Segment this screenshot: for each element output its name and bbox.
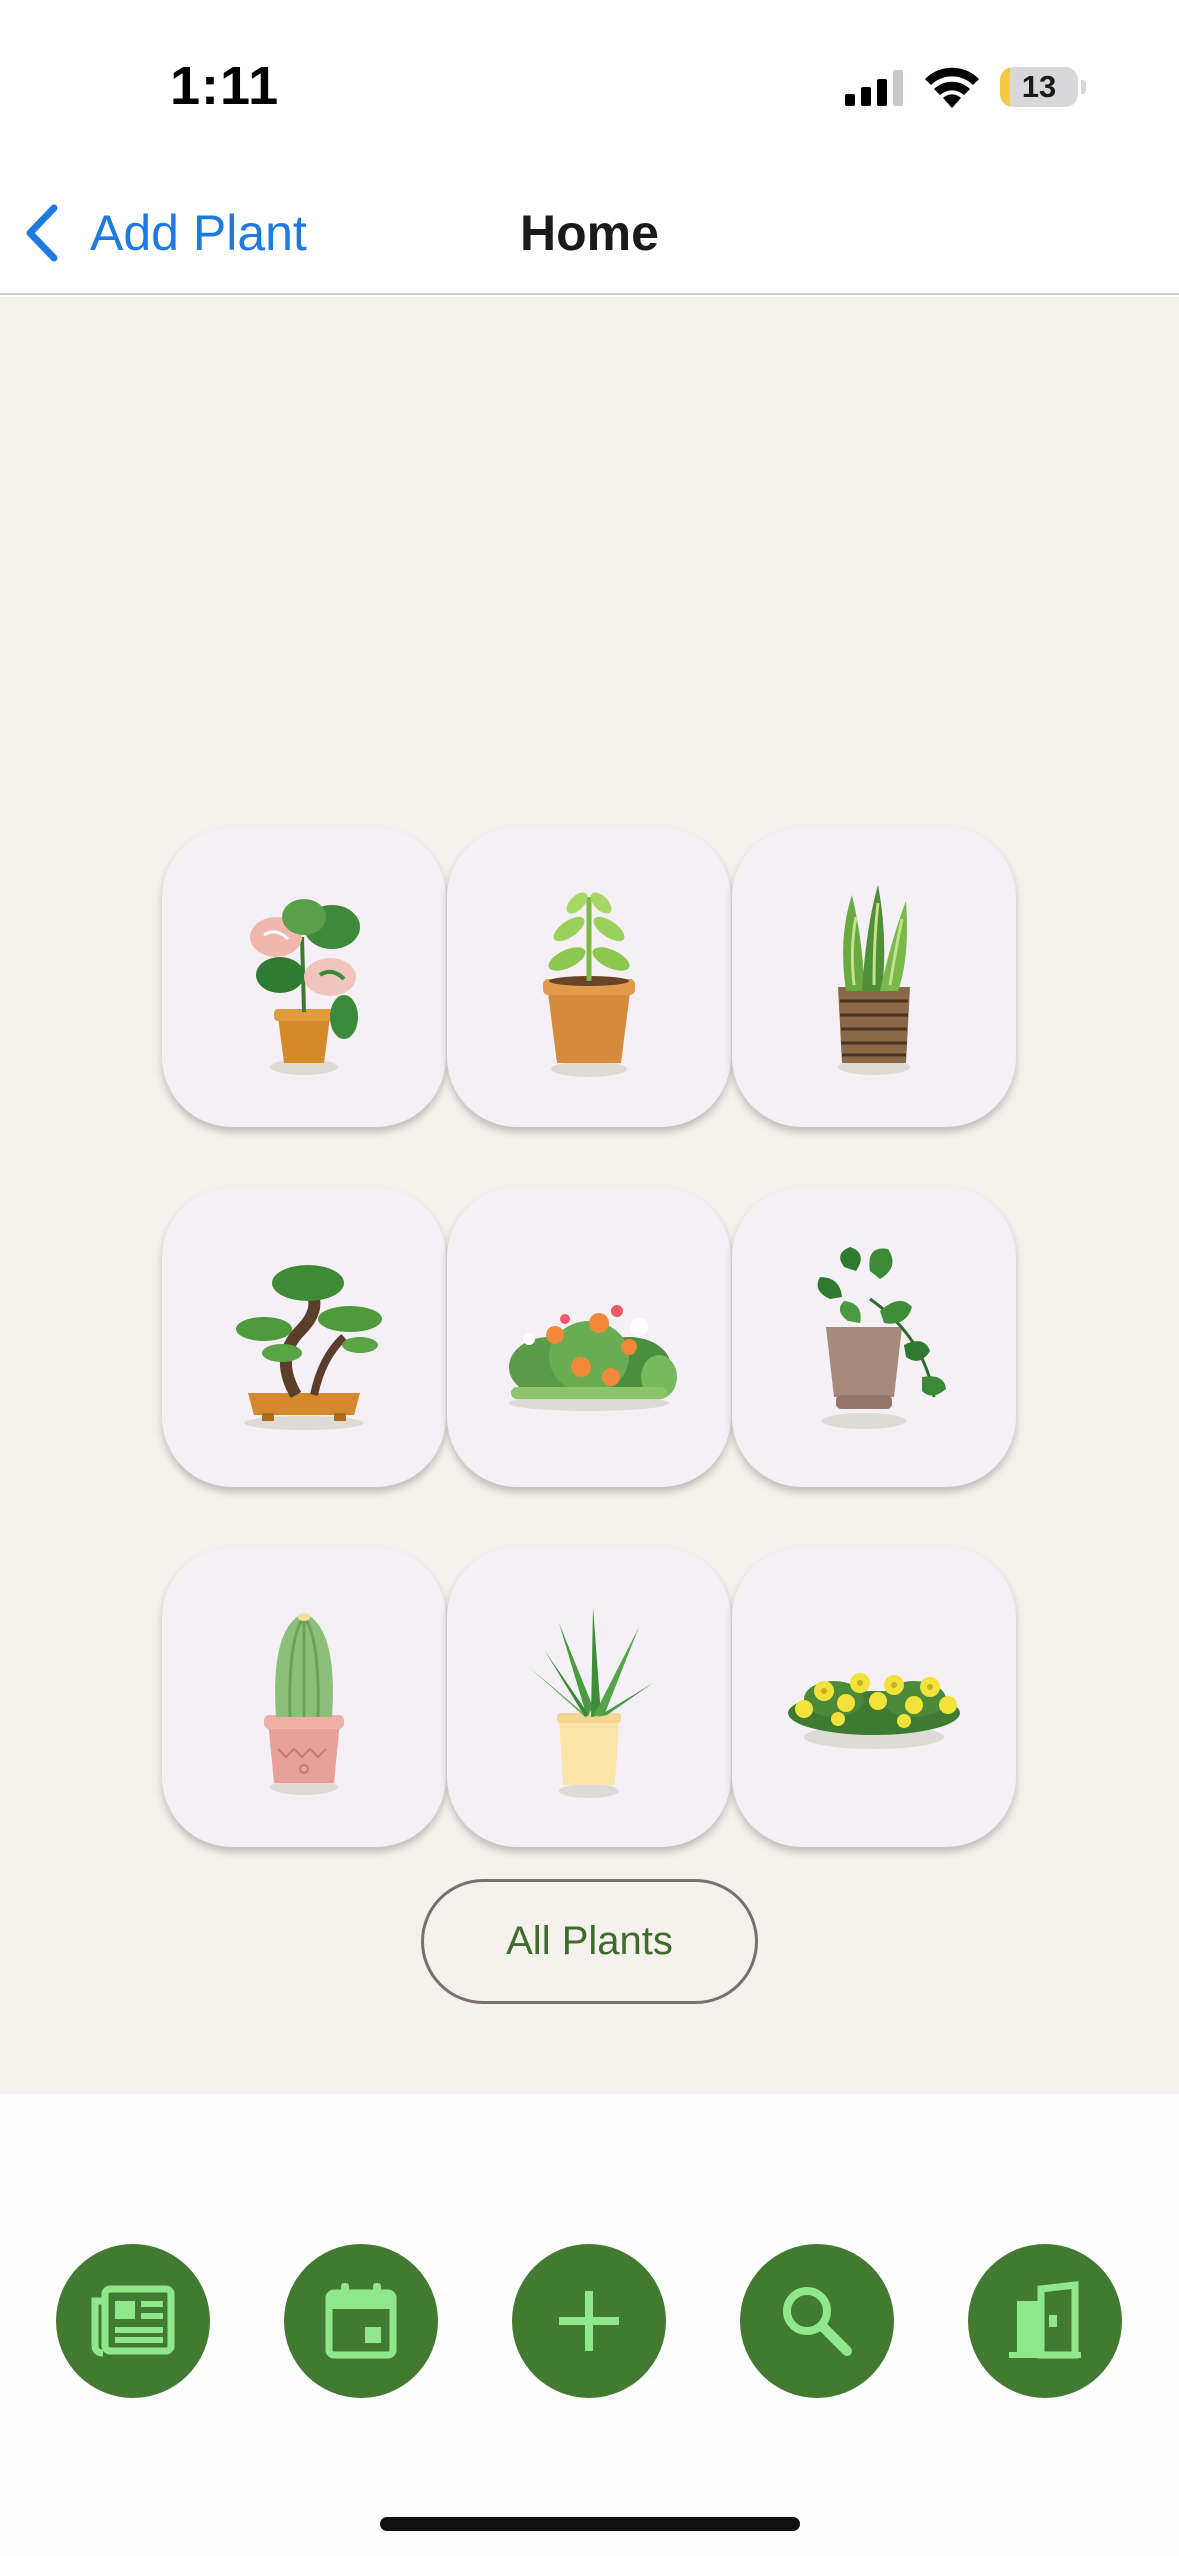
variegated-plant-icon [250,899,360,1075]
snake-plant-icon [838,885,910,1075]
bonsai-tree-icon [236,1265,382,1430]
tab-calendar-button[interactable] [284,2244,438,2398]
plant-card[interactable] [447,1547,731,1847]
battery-icon: 13 [1000,67,1078,107]
tab-search-button[interactable] [740,2244,894,2398]
home-indicator [380,2517,800,2531]
home-content: All Plants [0,297,1179,2094]
tab-add-button[interactable] [512,2244,666,2398]
door-icon [1009,2281,1081,2359]
navigation-bar: Add Plant Home [0,170,1179,295]
plant-card[interactable] [447,1187,731,1487]
plant-card[interactable] [447,827,731,1127]
tab-exit-button[interactable] [968,2244,1122,2398]
cellular-signal-icon [845,70,903,106]
tab-news-button[interactable] [56,2244,210,2398]
plant-card[interactable] [732,1547,1016,1847]
yellow-flower-bed-icon [788,1673,960,1749]
plant-card[interactable] [162,827,446,1127]
plant-card[interactable] [162,1547,446,1847]
plus-icon [559,2291,619,2351]
page-title: Home [520,205,659,261]
calendar-icon [325,2283,397,2359]
all-plants-button[interactable]: All Plants [421,1879,758,2004]
status-time: 1:11 [170,56,280,116]
cactus-icon [264,1613,344,1795]
battery-nub [1081,80,1086,94]
battery-percentage: 13 [1021,69,1057,104]
wifi-icon [925,67,979,108]
tab-bar [0,2094,1179,2556]
status-bar: 1:11 13 [0,0,1179,170]
plant-card[interactable] [732,1187,1016,1487]
plant-card[interactable] [732,827,1016,1127]
seedling-pot-icon [543,892,635,1077]
aloe-plant-icon [529,1607,653,1798]
search-icon [783,2287,852,2356]
pothos-plant-icon [817,1247,946,1429]
news-icon [91,2285,175,2357]
plant-card[interactable] [162,1187,446,1487]
wildflower-bush-icon [509,1305,677,1411]
